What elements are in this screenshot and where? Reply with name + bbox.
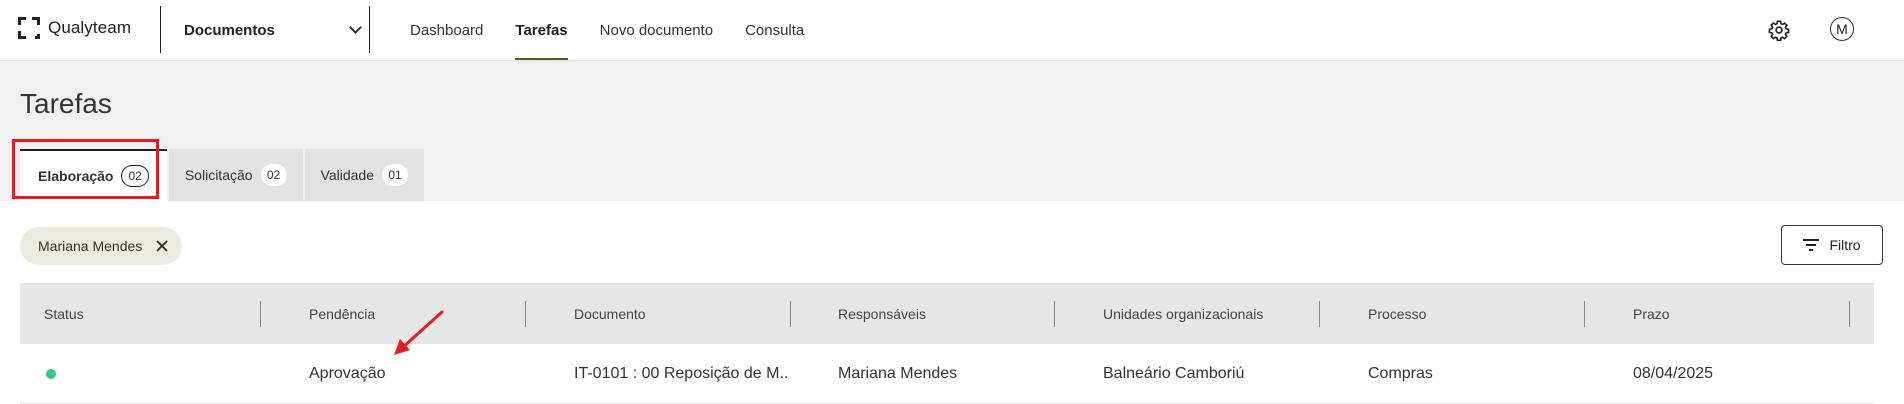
chevron-down-icon	[349, 21, 362, 34]
column-header-prazo[interactable]: Prazo	[1633, 283, 1670, 344]
filter-chip-label: Mariana Mendes	[38, 238, 143, 254]
module-select[interactable]: Documentos	[160, 0, 370, 60]
tab-label: Elaboração	[38, 168, 114, 184]
column-divider[interactable]	[1319, 301, 1320, 327]
column-divider[interactable]	[1054, 301, 1055, 327]
column-divider[interactable]	[525, 301, 526, 327]
prazo-cell: 08/04/2025	[1633, 365, 1714, 382]
tab-label: Validade	[320, 167, 374, 183]
divider	[369, 6, 370, 53]
column-header-processo[interactable]: Processo	[1368, 283, 1426, 344]
table-row[interactable]: Aprovação IT-0101 : 00 Reposição de M...…	[20, 344, 1874, 404]
tab-elaboracao[interactable]: Elaboração 02	[20, 149, 167, 201]
status-dot-icon	[46, 369, 56, 379]
column-divider[interactable]	[1849, 301, 1850, 327]
status-cell	[46, 344, 56, 404]
nav-tarefas[interactable]: Tarefas	[515, 0, 568, 60]
logo-icon	[18, 17, 40, 39]
nav-dashboard[interactable]: Dashboard	[410, 0, 483, 60]
column-divider[interactable]	[1584, 301, 1585, 327]
tab-validade[interactable]: Validade 01	[304, 149, 424, 201]
filter-button-label: Filtro	[1829, 237, 1861, 253]
count-badge: 01	[382, 164, 408, 186]
filter-chip[interactable]: Mariana Mendes	[20, 227, 183, 265]
column-header-responsaveis[interactable]: Responsáveis	[838, 283, 926, 344]
tab-label: Solicitação	[184, 167, 253, 183]
column-header-documento[interactable]: Documento	[574, 283, 646, 344]
brand-name: Qualyteam	[48, 18, 132, 37]
column-divider[interactable]	[790, 301, 791, 327]
tab-solicitacao[interactable]: Solicitação 02	[168, 149, 303, 201]
module-select-label: Documentos	[184, 21, 275, 39]
processo-cell: Compras	[1368, 365, 1433, 382]
filter-button[interactable]: Filtro	[1781, 225, 1883, 265]
table-header: Status Pendência Documento Responsáveis …	[20, 283, 1874, 344]
task-tabs: Elaboração 02 Solicitação 02 Validade 01	[20, 149, 426, 201]
column-header-unidades[interactable]: Unidades organizacionais	[1103, 283, 1263, 344]
avatar[interactable]: M	[1830, 17, 1854, 41]
count-badge: 02	[260, 164, 287, 186]
nav-consulta[interactable]: Consulta	[745, 0, 804, 60]
column-divider[interactable]	[260, 301, 261, 327]
count-badge: 02	[121, 165, 149, 187]
main-nav: Dashboard Tarefas Novo documento Consult…	[410, 0, 836, 60]
column-header-pendencia[interactable]: Pendência	[309, 283, 375, 344]
nav-novo-documento[interactable]: Novo documento	[600, 0, 713, 60]
page-title: Tarefas	[20, 88, 112, 119]
logo[interactable]: Qualyteam	[18, 17, 131, 39]
documento-cell[interactable]: IT-0101 : 00 Reposição de M...	[574, 344, 789, 404]
gear-icon[interactable]	[1768, 19, 1790, 41]
unidades-cell: Balneário Camboriú	[1103, 365, 1245, 382]
filter-icon	[1803, 239, 1820, 251]
column-header-status[interactable]: Status	[44, 283, 84, 344]
pendencia-cell: Aprovação	[309, 365, 386, 382]
close-icon[interactable]	[156, 240, 168, 252]
top-bar: Qualyteam Documentos Dashboard Tarefas N…	[0, 0, 1904, 61]
responsaveis-cell: Mariana Mendes	[838, 365, 958, 382]
